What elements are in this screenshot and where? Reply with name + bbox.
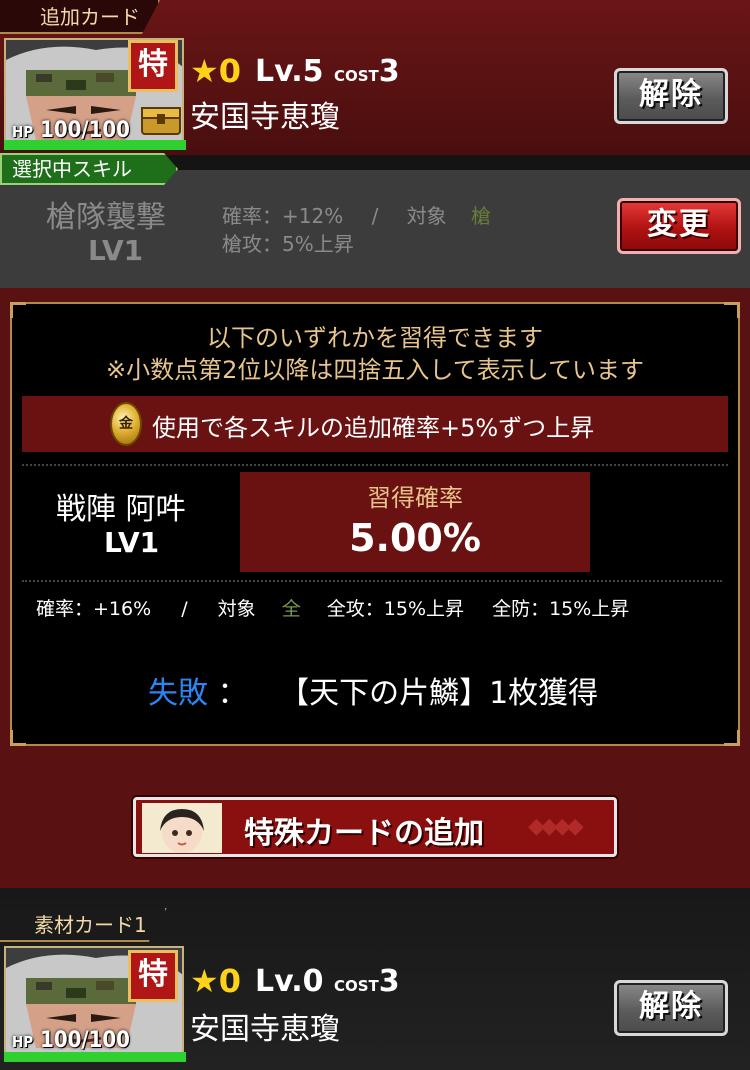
card-level: Lv.0 [255, 964, 324, 999]
fail-text: 【天下の片鱗】1枚獲得 [279, 676, 599, 711]
section-label: 素材カード1 [34, 913, 147, 937]
cost-label: COST [333, 977, 379, 995]
hp-readout: HP 100/100 [12, 1028, 130, 1053]
acquire-skill-name: 戦陣 阿吽 [56, 492, 186, 527]
treasure-chest-icon [141, 107, 181, 135]
toku-badge-icon: 特 [128, 40, 178, 92]
toku-badge-label: 特 [138, 47, 168, 82]
release-button[interactable]: 解除 [614, 68, 728, 124]
detail-rate: 確率：+16% [36, 598, 152, 620]
add-special-card-button[interactable]: 特殊カードの追加 ◆◆◆◆ [133, 797, 617, 857]
girl-portrait-icon [142, 803, 222, 853]
section-label: 追加カード [40, 5, 140, 29]
divider [22, 464, 728, 466]
target-value: 槍 [471, 204, 492, 228]
corner-ornament [10, 730, 26, 746]
target-label: 対象 [406, 204, 447, 228]
change-skill-button[interactable]: 変更 [617, 198, 741, 254]
corner-ornament [10, 302, 26, 318]
bonus-text: 使用で各スキルの追加確率+5%ずつ上昇 [152, 414, 595, 442]
star-rating: ★0 [190, 52, 241, 90]
separator: / [181, 598, 188, 620]
card-level-cost: Lv.5 COST3 [255, 54, 400, 89]
star-icon: ★ [190, 962, 219, 1000]
divider [22, 580, 722, 582]
hp-label: HP [12, 123, 34, 141]
rounding-note: ※小数点第2位以降は四捨五入して表示しています [106, 356, 644, 384]
section-tab-additional-card: 追加カード [0, 0, 160, 34]
selected-skill-label: 選択中スキル [0, 153, 178, 185]
selected-skill-level: LV1 [88, 234, 144, 267]
acquire-heading: 以下のいずれかを習得できます [207, 324, 543, 352]
section-tab-material-card: 素材カード1 [0, 908, 167, 942]
selected-skill-desc-line2: 槍攻：5%上昇 [222, 232, 354, 256]
hp-bar [4, 1052, 186, 1062]
hp-bar [4, 140, 186, 150]
corner-ornament [724, 302, 740, 318]
star-count: 0 [218, 962, 241, 1000]
fail-result: 失敗 ： 【天下の片鱗】1枚獲得 [148, 668, 598, 712]
card-name: 安国寺恵瓊 [190, 1012, 340, 1047]
card-name: 安国寺恵瓊 [190, 100, 340, 135]
hp-value: 100/100 [40, 1028, 130, 1053]
hp-label: HP [12, 1033, 34, 1051]
toku-badge-label: 特 [138, 957, 168, 992]
selected-skill-name: 槍隊襲撃 [46, 200, 166, 235]
detail-target-value: 全 [281, 598, 301, 620]
cost-value: 3 [378, 964, 400, 999]
fail-label: 失敗 [148, 676, 208, 711]
detail-defense: 全防：15%上昇 [492, 598, 630, 620]
toku-badge-icon: 特 [128, 950, 178, 1002]
selected-skill-desc-line1: 確率：+12% / 対象 槍 [222, 200, 491, 229]
star-rating: ★0 [190, 962, 241, 1000]
release-button[interactable]: 解除 [614, 980, 728, 1036]
selected-skill-rate: 確率：+12% [222, 204, 344, 228]
star-icon: ★ [190, 52, 219, 90]
add-special-card-label: 特殊カードの追加 [244, 816, 484, 851]
card-level: Lv.5 [255, 54, 324, 89]
diamond-ornament: ◆◆◆◆ [528, 814, 584, 839]
cost-label: COST [333, 67, 379, 85]
coin-glyph: 金 [119, 416, 133, 432]
detail-attack: 全攻：15%上昇 [326, 598, 465, 620]
acquire-rate-value: 5.00% [349, 516, 481, 560]
gold-coin-icon: 金 [110, 402, 142, 446]
acquire-skill-level: LV1 [104, 526, 160, 559]
star-count: 0 [218, 52, 241, 90]
acquire-rate-label: 習得確率 [367, 484, 463, 512]
detail-target-label: 対象 [217, 598, 256, 620]
card-level-cost: Lv.0 COST3 [255, 964, 400, 999]
fail-colon: ： [217, 676, 248, 711]
separator: / [371, 204, 379, 228]
cost-value: 3 [378, 54, 400, 89]
acquire-skill-details: 確率：+16% / 対象 全 全攻：15%上昇 全防：15%上昇 [36, 594, 629, 621]
corner-ornament [724, 730, 740, 746]
